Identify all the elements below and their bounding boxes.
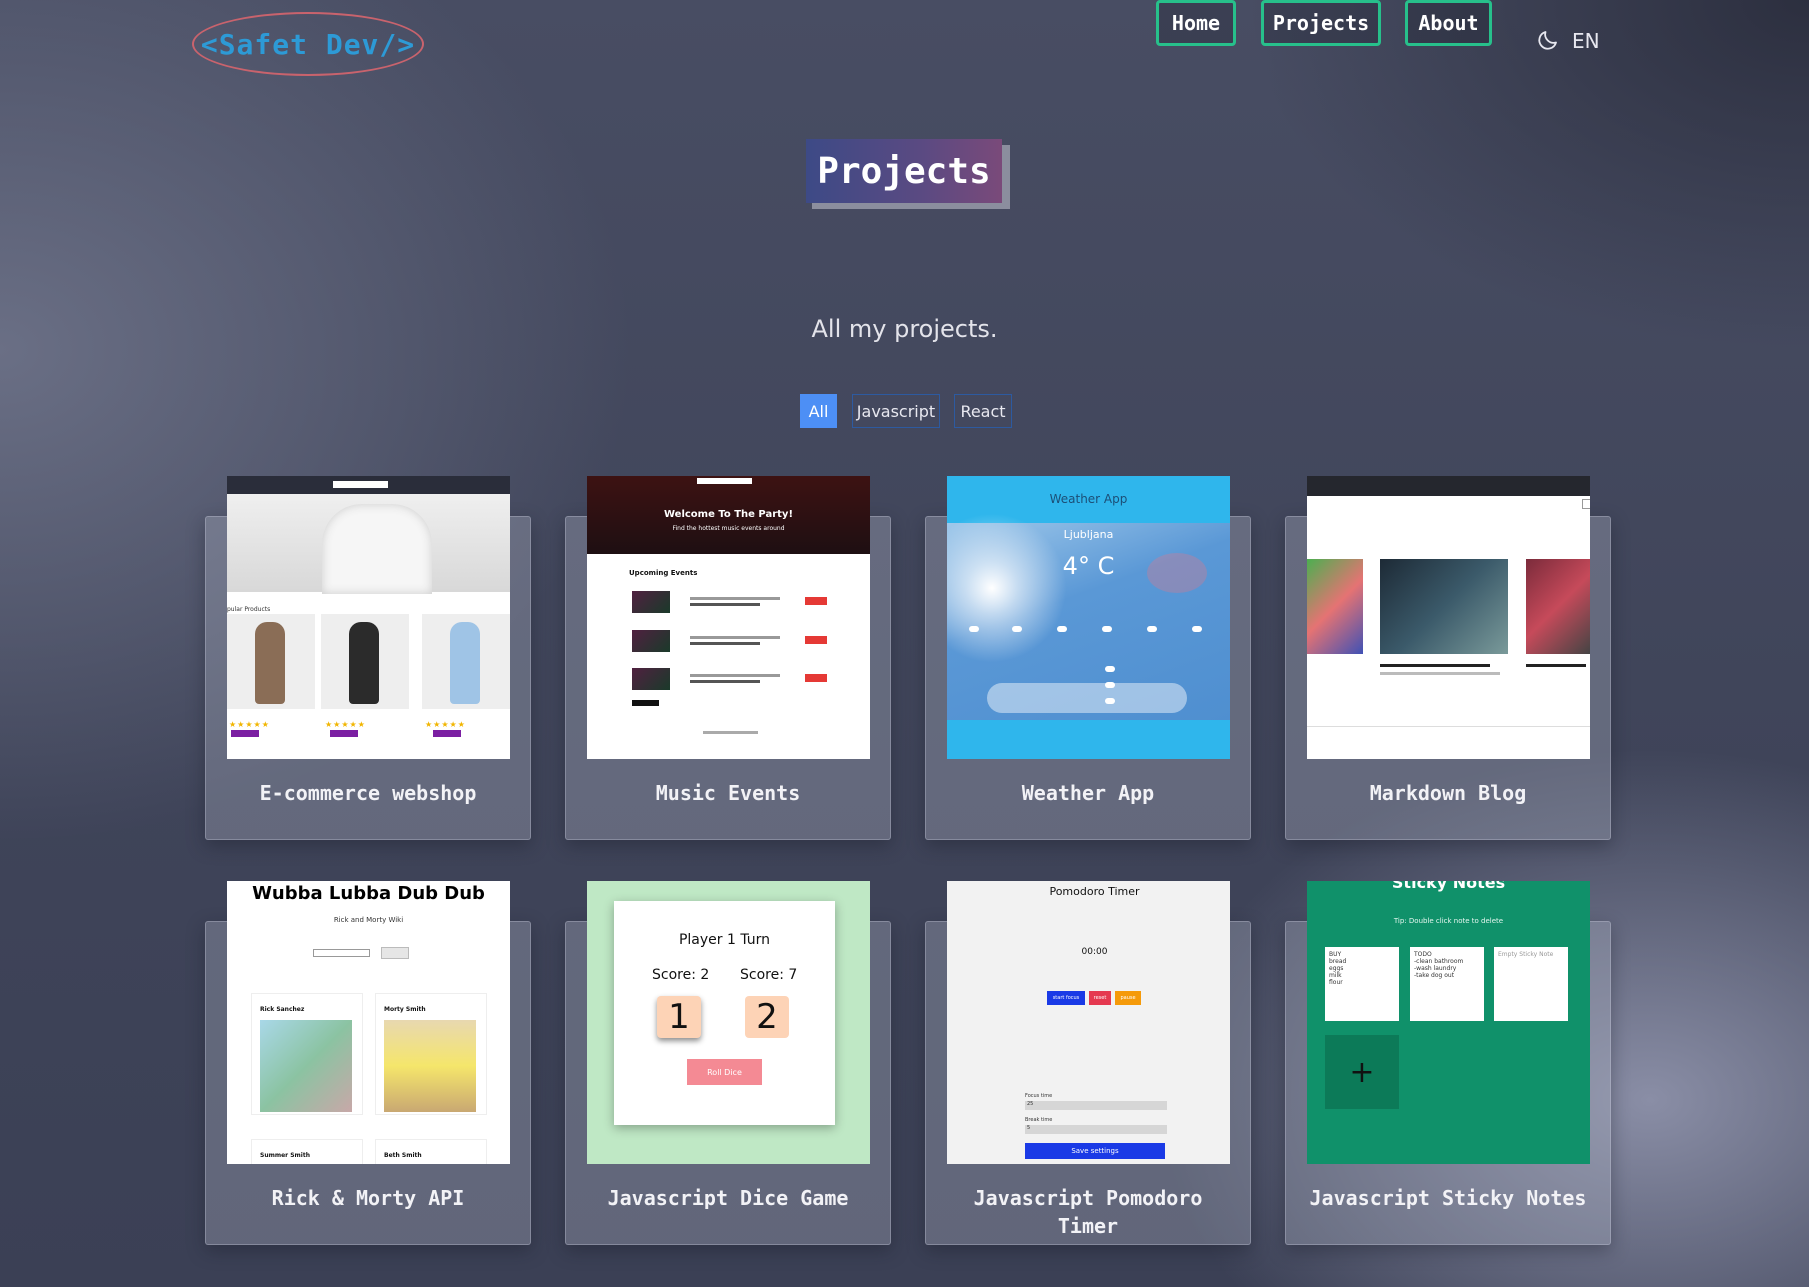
thumb-blog[interactable] xyxy=(1307,476,1590,759)
project-title: Javascript Pomodoro Timer xyxy=(973,1186,1203,1238)
thumb-pomo-focus-field: 25 xyxy=(1025,1101,1167,1110)
thumb-pomo-reset: reset xyxy=(1089,991,1111,1005)
thumb-rm-name: Morty Smith xyxy=(384,1006,426,1013)
thumb-roll-button: Roll Dice xyxy=(687,1059,762,1085)
thumb-hero-title: Welcome To The Party! xyxy=(663,509,793,520)
thumb-rm-title: Wubba Lubba Dub Dub xyxy=(252,883,485,904)
thumb-section-title: Upcoming Events xyxy=(629,569,698,577)
thumb-weather-header: Weather App xyxy=(1049,492,1128,506)
project-title: E-commerce webshop xyxy=(259,781,477,805)
thumb-hero-subtitle: Find the hottest music events around xyxy=(672,525,785,532)
nav-home-label: Home xyxy=(1171,11,1221,35)
thumb-roll-label: Roll Dice xyxy=(707,1067,742,1077)
filter-react-label: React xyxy=(960,401,1006,421)
thumb-pomo-save: Save settings xyxy=(1025,1143,1165,1159)
thumb-sticky[interactable]: Sticky Notes Tip: Double click note to d… xyxy=(1307,881,1590,1164)
thumb-rm-name: Summer Smith xyxy=(260,1152,310,1159)
logo[interactable]: <Safet Dev/> xyxy=(192,12,424,76)
page-title: Projects xyxy=(806,139,1002,203)
filter-all-label: All xyxy=(808,401,829,421)
filter-javascript-button[interactable]: Javascript xyxy=(852,394,940,428)
language-toggle[interactable]: EN xyxy=(1572,29,1600,53)
thumb-weather-temp: 4° C xyxy=(1062,552,1115,580)
thumb-die-2: 2 xyxy=(745,996,789,1038)
thumb-pomo-break-field: 5 xyxy=(1025,1125,1167,1134)
nav-home-button[interactable]: Home xyxy=(1156,0,1236,46)
thumb-hero-image xyxy=(227,494,510,594)
thumb-pomodoro[interactable]: Pomodoro Timer 00:00 start focus reset p… xyxy=(947,881,1230,1164)
thumb-blog-header xyxy=(1307,476,1590,496)
nav-projects-label: Projects xyxy=(1272,11,1370,35)
thumb-rm-subtitle: Rick and Morty Wiki xyxy=(333,916,404,924)
thumb-dice-score-2: Score: 7 xyxy=(740,967,798,983)
nav-about-button[interactable]: About xyxy=(1405,0,1492,46)
thumb-rickmorty[interactable]: Wubba Lubba Dub Dub Rick and Morty Wiki … xyxy=(227,881,510,1164)
thumb-product xyxy=(321,614,409,709)
thumb-rm-search xyxy=(313,949,370,957)
page-subtitle: All my projects. xyxy=(811,315,998,343)
project-title: Javascript Dice Game xyxy=(607,1186,849,1210)
project-title: Music Events xyxy=(655,781,801,805)
thumb-sticky-note: TODO -clean bathroom -wash laundry -take… xyxy=(1410,947,1484,1021)
thumb-rm-name: Rick Sanchez xyxy=(260,1006,305,1013)
thumb-dice-turn: Player 1 Turn xyxy=(678,932,771,948)
thumb-dice-score-1: Score: 2 xyxy=(652,967,710,983)
thumb-music[interactable]: Welcome To The Party! Find the hottest m… xyxy=(587,476,870,759)
project-title: Rick & Morty API xyxy=(271,1186,465,1210)
thumb-pomo-time: 00:00 xyxy=(1081,947,1108,957)
thumb-add-note-button: + xyxy=(1325,1035,1399,1109)
thumb-pomo-break-label: Break time xyxy=(1025,1117,1053,1123)
thumb-pomo-pause: pause xyxy=(1115,991,1141,1005)
project-title: Weather App xyxy=(1021,781,1155,805)
thumb-pomo-title: Pomodoro Timer xyxy=(1049,885,1140,898)
filter-all-button[interactable]: All xyxy=(800,394,837,428)
thumb-hero: Welcome To The Party! Find the hottest m… xyxy=(587,476,870,554)
logo-text: <Safet Dev/> xyxy=(200,27,416,61)
page-title-text: Projects xyxy=(817,150,991,192)
thumb-weather-city: Ljubljana xyxy=(1063,528,1114,541)
thumb-rm-name: Beth Smith xyxy=(384,1152,422,1159)
thumb-sticky-note: Empty Sticky Note xyxy=(1494,947,1568,1021)
thumb-product xyxy=(422,614,510,709)
thumb-sticky-tip: Tip: Double click note to delete xyxy=(1393,917,1504,925)
filter-react-button[interactable]: React xyxy=(954,394,1012,428)
thumb-die-1: 1 xyxy=(657,996,701,1038)
thumb-pomo-focus-label: Focus time xyxy=(1025,1093,1053,1099)
thumb-weather[interactable]: Weather App Ljubljana 4° C xyxy=(947,476,1230,759)
thumb-dice-panel: Player 1 Turn Score: 2 Score: 7 1 2 Roll… xyxy=(614,901,835,1125)
thumb-ecommerce[interactable]: pular Products ★★★★★ ★★★★★ ★★★★★ xyxy=(227,476,510,759)
moon-icon[interactable] xyxy=(1536,28,1560,52)
project-title: Markdown Blog xyxy=(1369,781,1527,805)
thumb-sticky-title: Sticky Notes xyxy=(1391,881,1506,892)
nav-about-label: About xyxy=(1418,11,1479,35)
thumb-rm-search-button xyxy=(381,947,409,959)
nav-projects-button[interactable]: Projects xyxy=(1261,0,1381,46)
project-title: Javascript Sticky Notes xyxy=(1309,1186,1587,1210)
thumb-pomo-start: start focus xyxy=(1047,991,1085,1005)
thumb-nav-bar xyxy=(227,476,510,494)
thumb-product xyxy=(227,614,315,709)
thumb-sticky-note: BUY bread eggs milk flour xyxy=(1325,947,1399,1021)
filter-javascript-label: Javascript xyxy=(856,401,936,421)
thumb-dice[interactable]: Player 1 Turn Score: 2 Score: 7 1 2 Roll… xyxy=(587,881,870,1164)
